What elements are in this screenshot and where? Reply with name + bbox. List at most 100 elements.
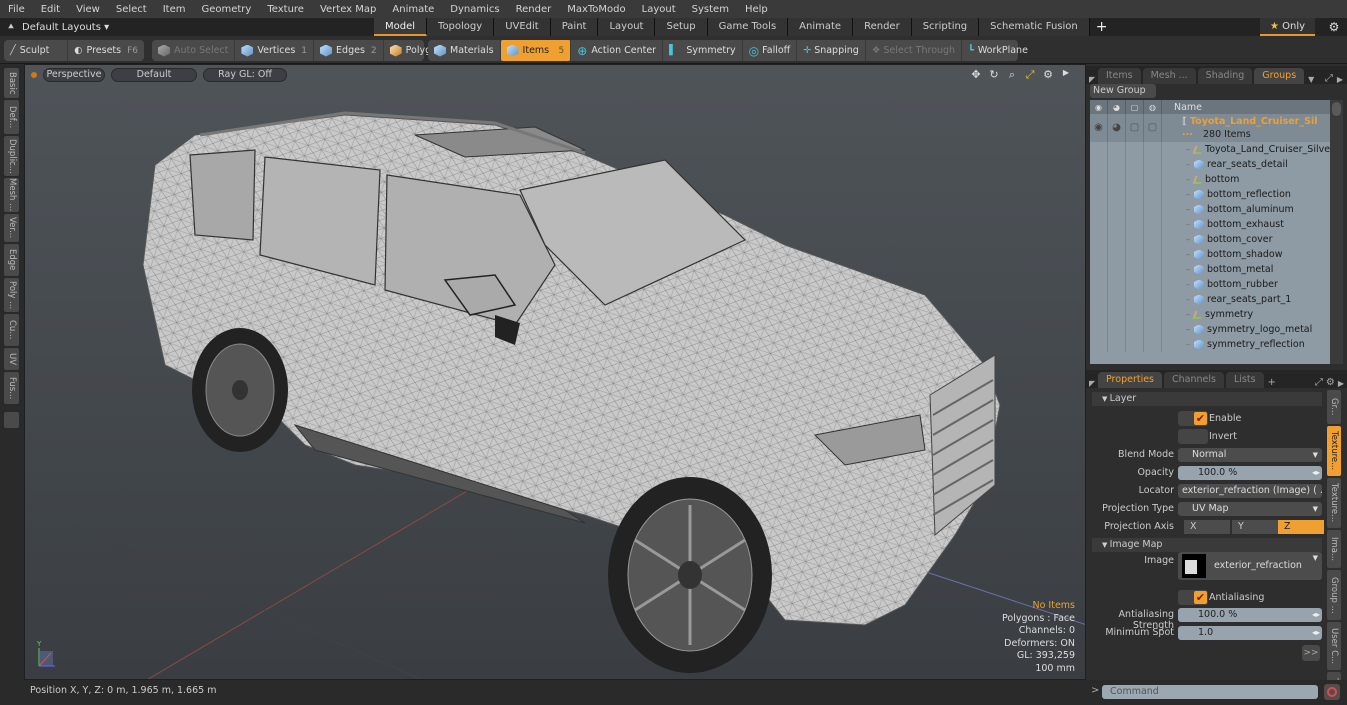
gear-icon[interactable]: ⚙ xyxy=(1325,18,1343,36)
viewport-settings-icon[interactable]: ⚙ xyxy=(1041,68,1055,82)
menu-edit[interactable]: Edit xyxy=(33,4,68,15)
tabs-dropdown-icon[interactable]: ▼ xyxy=(1308,75,1314,84)
projection-type-dropdown[interactable]: UV Map ▼ xyxy=(1178,502,1322,516)
expand-arrow-icon[interactable]: ▶ xyxy=(1059,68,1073,82)
invert-checkbox[interactable] xyxy=(1178,429,1208,444)
render-col-icon[interactable]: ◕ xyxy=(1108,100,1126,114)
antialiasing-checkbox[interactable]: ✔ xyxy=(1178,590,1208,605)
materials-button[interactable]: Materials xyxy=(428,40,501,61)
axis-z-button[interactable]: Z xyxy=(1278,520,1324,534)
left-tab-2[interactable]: Duplic... xyxy=(4,136,19,176)
menu-render[interactable]: Render xyxy=(508,4,560,15)
maximize-icon[interactable]: ⤢ xyxy=(1315,377,1323,388)
3d-viewport[interactable]: Perspective Default Ray GL: Off ✥ ↻ ⌕ ⤢ … xyxy=(24,64,1086,680)
menu-vertex-map[interactable]: Vertex Map xyxy=(312,4,384,15)
menu-view[interactable]: View xyxy=(68,4,108,15)
layout-tab-schematic-fusion[interactable]: Schematic Fusion xyxy=(979,18,1090,36)
image-selector[interactable]: exterior_refraction ▼ xyxy=(1178,552,1322,580)
group-item-row[interactable]: – symmetry_logo_metal xyxy=(1090,322,1330,337)
axis-y-button[interactable]: Y xyxy=(1232,520,1278,534)
group-item-row[interactable]: – symmetry_reflection xyxy=(1090,337,1330,352)
workplane-button[interactable]: ┗ WorkPlane xyxy=(962,40,1034,61)
layout-tab-setup[interactable]: Setup xyxy=(655,18,708,36)
lock-col-icon[interactable]: ▢ xyxy=(1126,100,1144,114)
snapping-button[interactable]: ✛ Snapping xyxy=(797,40,866,61)
auto-select-button[interactable]: Auto Select xyxy=(152,40,236,61)
more-button[interactable]: >> xyxy=(1302,645,1320,661)
items-button[interactable]: Items 5 xyxy=(500,40,572,61)
select-col-icon[interactable]: ◍ xyxy=(1144,100,1162,114)
rotate-icon[interactable]: ↻ xyxy=(987,68,1001,82)
vertices-button[interactable]: Vertices 1 xyxy=(235,40,315,61)
collapse-up-icon[interactable]: ⯅ xyxy=(0,22,22,33)
properties-side-tab-1[interactable]: Texture... xyxy=(1327,426,1341,476)
menu-file[interactable]: File xyxy=(0,4,33,15)
menu-layout[interactable]: Layout xyxy=(634,4,684,15)
visibility-toggle-icon[interactable]: ◉ xyxy=(1090,114,1108,142)
antialiasing-strength-input[interactable]: 100.0 % ◂▸ xyxy=(1178,608,1322,622)
lock-toggle-icon[interactable]: ▢ xyxy=(1126,114,1144,142)
groups-panel-tab-items[interactable]: Items xyxy=(1098,68,1141,84)
blend-mode-dropdown[interactable]: Normal ▼ xyxy=(1178,448,1322,462)
properties-side-tab-4[interactable]: Group ... xyxy=(1327,570,1341,620)
properties-panel-tab-channels[interactable]: Channels xyxy=(1164,372,1224,388)
menu-geometry[interactable]: Geometry xyxy=(193,4,259,15)
raygl-toggle[interactable]: Ray GL: Off xyxy=(203,68,287,82)
menu-help[interactable]: Help xyxy=(737,4,776,15)
shading-dropdown[interactable]: Default xyxy=(111,68,197,82)
presets-button[interactable]: ◐ Presets F6 xyxy=(68,40,144,61)
select-toggle-icon[interactable]: ▢ xyxy=(1144,114,1162,142)
menu-item[interactable]: Item xyxy=(155,4,194,15)
menu-dynamics[interactable]: Dynamics xyxy=(442,4,507,15)
properties-panel-tab-lists[interactable]: Lists xyxy=(1225,372,1264,388)
menu-select[interactable]: Select xyxy=(108,4,155,15)
panel-arrow-icon[interactable]: ▶ xyxy=(1338,379,1344,388)
action-center-button[interactable]: ⊕ Action Center xyxy=(571,40,664,61)
properties-panel-tab-properties[interactable]: Properties xyxy=(1098,372,1163,388)
opacity-input[interactable]: 100.0 % ◂▸ xyxy=(1178,466,1322,480)
settings-icon[interactable]: ⚙ xyxy=(1326,377,1335,388)
axis-x-button[interactable]: X xyxy=(1184,520,1230,534)
layout-tab-game-tools[interactable]: Game Tools xyxy=(707,18,789,36)
properties-side-tab-0[interactable]: Gr... xyxy=(1327,390,1341,424)
edges-button[interactable]: Edges 2 xyxy=(314,40,384,61)
group-item-row[interactable]: – bottom_shadow xyxy=(1090,247,1330,262)
left-tab-1[interactable]: Def... xyxy=(4,100,19,134)
only-toggle[interactable]: ★ Only xyxy=(1260,18,1315,36)
layout-tab-render[interactable]: Render xyxy=(853,18,912,36)
layout-tab-paint[interactable]: Paint xyxy=(550,18,599,36)
pan-icon[interactable]: ✥ xyxy=(969,68,983,82)
fit-icon[interactable]: ⤢ xyxy=(1023,68,1037,82)
new-group-button[interactable]: New Group xyxy=(1090,84,1156,98)
left-tab-7[interactable]: Cu... xyxy=(4,314,19,346)
group-item-row[interactable]: – bottom_rubber xyxy=(1090,277,1330,292)
left-tab-0[interactable]: Basic xyxy=(4,68,19,98)
viewport-menu-dot[interactable] xyxy=(31,72,37,78)
left-tab-3[interactable]: Mesh ... xyxy=(4,178,19,212)
sculpt-button[interactable]: ╱ Sculpt xyxy=(4,40,69,61)
zoom-icon[interactable]: ⌕ xyxy=(1005,68,1019,82)
left-tab-9[interactable]: Fus... xyxy=(4,372,19,404)
layout-tab-animate[interactable]: Animate xyxy=(788,18,854,36)
menu-system[interactable]: System xyxy=(684,4,737,15)
left-tabs-extra-button[interactable] xyxy=(4,412,19,428)
group-item-row[interactable]: – bottom xyxy=(1090,172,1330,187)
group-item-row[interactable]: – bottom_cover xyxy=(1090,232,1330,247)
render-toggle-icon[interactable]: ◕ xyxy=(1108,114,1126,142)
scrollbar-thumb[interactable] xyxy=(1332,102,1341,116)
stepper-icon[interactable]: ◂▸ xyxy=(1312,626,1320,640)
panel-arrow-icon[interactable]: ▶ xyxy=(1337,75,1343,84)
add-tab-button[interactable]: + xyxy=(1268,377,1276,388)
properties-side-tab-5[interactable]: User C... xyxy=(1327,622,1341,670)
minimum-spot-input[interactable]: 1.0 ◂▸ xyxy=(1178,626,1322,640)
group-item-row[interactable]: – bottom_metal xyxy=(1090,262,1330,277)
name-column-header[interactable]: Name xyxy=(1162,102,1202,113)
properties-side-tab-2[interactable]: Texture... xyxy=(1327,478,1341,528)
enable-checkbox[interactable]: ✔ xyxy=(1178,411,1208,426)
visibility-col-icon[interactable]: ◉ xyxy=(1090,100,1108,114)
maximize-icon[interactable]: ⤢ xyxy=(1325,73,1333,84)
panel-menu-icon[interactable]: ◤ xyxy=(1086,379,1098,388)
default-layouts-dropdown[interactable]: Default Layouts ▾ xyxy=(22,22,372,33)
groups-panel-tab-groups[interactable]: Groups xyxy=(1254,68,1305,84)
group-item-row[interactable]: – bottom_aluminum xyxy=(1090,202,1330,217)
